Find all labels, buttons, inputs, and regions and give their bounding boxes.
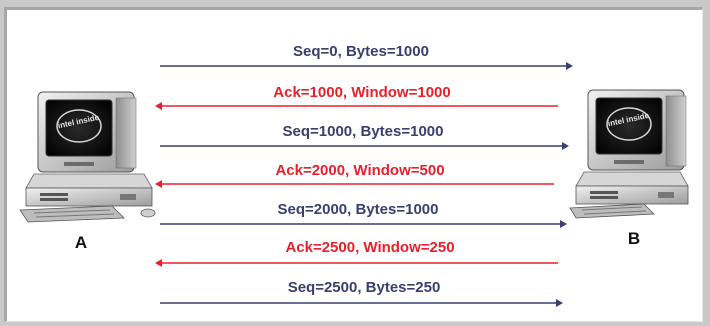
arrowhead-right-icon [556, 299, 563, 307]
computer-a-icon: intel inside [19, 91, 156, 223]
message-label: Seq=2500, Bytes=250 [288, 279, 441, 296]
message-6: Seq=2500, Bytes=250 [160, 279, 563, 307]
message-4: Seq=2000, Bytes=1000 [160, 201, 567, 228]
host-a-label: A [75, 233, 87, 252]
message-3: Ack=2000, Window=500 [155, 162, 554, 188]
tcp-flow-control-diagram: intel inside A intel inside B Seq=0, Byt… [19, 43, 689, 307]
message-label: Seq=1000, Bytes=1000 [283, 123, 444, 140]
message-5: Ack=2500, Window=250 [155, 239, 558, 267]
message-label: Ack=2500, Window=250 [285, 239, 454, 256]
message-2: Seq=1000, Bytes=1000 [160, 123, 569, 150]
computer-b-icon: intel inside [569, 89, 689, 219]
arrowhead-right-icon [562, 142, 569, 150]
arrowhead-left-icon [155, 259, 162, 267]
arrowhead-left-icon [155, 102, 162, 110]
arrowhead-left-icon [155, 180, 162, 188]
message-label: Seq=0, Bytes=1000 [293, 43, 429, 60]
message-label: Seq=2000, Bytes=1000 [278, 201, 439, 218]
arrowhead-right-icon [566, 62, 573, 70]
message-label: Ack=1000, Window=1000 [273, 84, 450, 101]
message-1: Ack=1000, Window=1000 [155, 84, 558, 110]
message-0: Seq=0, Bytes=1000 [160, 43, 573, 70]
arrowhead-right-icon [560, 220, 567, 228]
host-b-label: B [628, 229, 640, 248]
message-label: Ack=2000, Window=500 [275, 162, 444, 179]
